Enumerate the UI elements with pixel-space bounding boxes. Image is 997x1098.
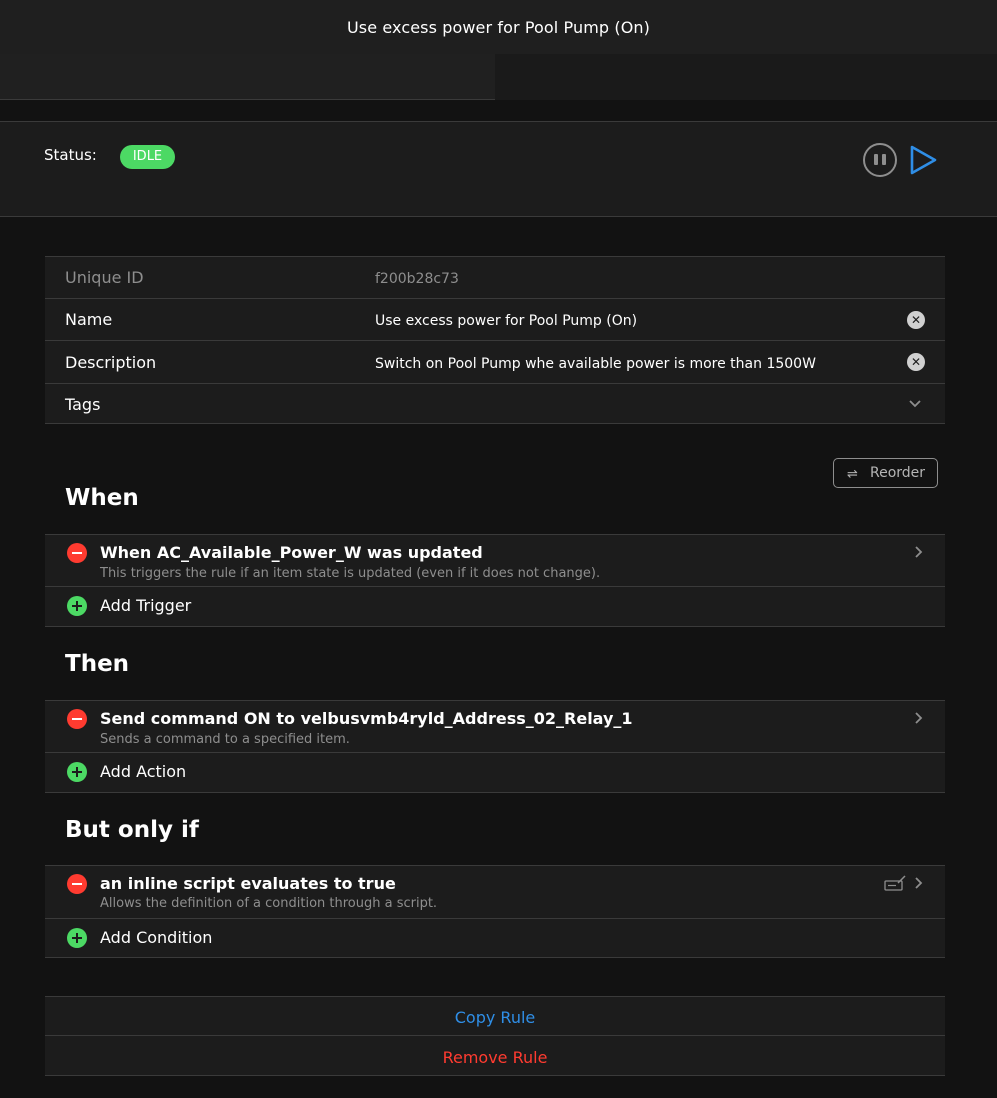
add-condition-icon[interactable]: [67, 928, 87, 948]
add-action-icon[interactable]: [67, 762, 87, 782]
reorder-label: Reorder: [870, 465, 926, 481]
description-field[interactable]: Switch on Pool Pump whe available power …: [375, 356, 895, 372]
remove-condition-icon[interactable]: [67, 874, 87, 894]
add-trigger-button[interactable]: Add Trigger: [100, 596, 191, 615]
status-card: [0, 121, 997, 217]
remove-action-icon[interactable]: [67, 709, 87, 729]
page-title: Use excess power for Pool Pump (On): [347, 18, 650, 37]
remove-trigger-icon[interactable]: [67, 543, 87, 563]
trigger-item-subtitle: This triggers the rule if an item state …: [100, 566, 601, 581]
remove-rule-button[interactable]: Remove Rule: [45, 1048, 945, 1067]
condition-item-title[interactable]: an inline script evaluates to true: [100, 874, 396, 893]
clear-description-icon[interactable]: ✕: [907, 353, 925, 371]
script-edit-icon[interactable]: [883, 875, 907, 893]
reorder-button[interactable]: ⇌ Reorder: [833, 458, 938, 488]
status-label: Status:: [44, 146, 97, 164]
chevron-right-icon[interactable]: [912, 875, 924, 891]
unique-id-value: f200b28c73: [375, 271, 459, 287]
description-label: Description: [65, 353, 157, 372]
chevron-right-icon[interactable]: [912, 710, 924, 726]
name-field[interactable]: Use excess power for Pool Pump (On): [375, 313, 885, 329]
action-item-title[interactable]: Send command ON to velbusvmb4ryld_Addres…: [100, 709, 633, 728]
pause-icon[interactable]: [863, 143, 897, 177]
add-action-button[interactable]: Add Action: [100, 762, 186, 781]
name-label: Name: [65, 310, 113, 329]
status-badge: IDLE: [120, 145, 175, 169]
reorder-icon: ⇌: [847, 467, 858, 482]
add-trigger-icon[interactable]: [67, 596, 87, 616]
action-item-subtitle: Sends a command to a specified item.: [100, 732, 350, 747]
then-section-title: Then: [65, 651, 130, 677]
chevron-down-icon[interactable]: [907, 395, 923, 409]
condition-section-title: But only if: [65, 817, 199, 843]
clear-name-icon[interactable]: ✕: [907, 311, 925, 329]
condition-item-subtitle: Allows the definition of a condition thr…: [100, 896, 438, 911]
navbar-secondary-area: [495, 54, 997, 100]
add-condition-button[interactable]: Add Condition: [100, 928, 212, 947]
copy-rule-button[interactable]: Copy Rule: [45, 1008, 945, 1027]
when-section-title: When: [65, 485, 139, 511]
chevron-right-icon[interactable]: [912, 544, 924, 560]
tags-label[interactable]: Tags: [65, 395, 100, 414]
trigger-item-title[interactable]: When AC_Available_Power_W was updated: [100, 543, 483, 562]
play-icon[interactable]: [909, 144, 939, 176]
unique-id-label: Unique ID: [65, 268, 144, 287]
